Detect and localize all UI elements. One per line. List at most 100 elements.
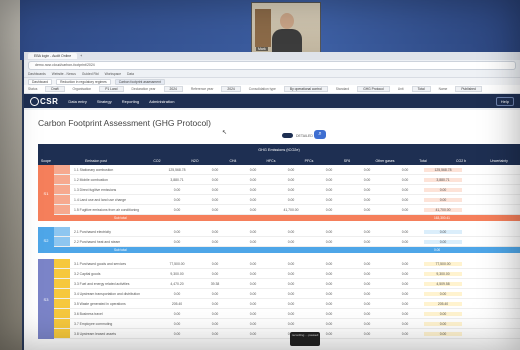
table-row[interactable]: 2.1 Purchased electricity 0.00 0.00 0.00 0.0… <box>54 227 520 237</box>
column-header[interactable]: Emission post <box>54 159 138 163</box>
filter-value[interactable]: GHG Protocol <box>357 86 390 92</box>
filter-value[interactable]: 2024 <box>163 86 183 92</box>
new-tab-button[interactable]: + <box>80 54 82 58</box>
filter-value[interactable]: Total <box>411 86 431 92</box>
filter-value[interactable]: Draft <box>45 86 65 92</box>
column-header[interactable]: Scope <box>38 159 54 163</box>
table-row[interactable]: 1.5 Fugitive emissions from air conditio… <box>54 205 520 215</box>
help-button[interactable]: Help <box>495 96 514 106</box>
table-cell: 0.00 <box>325 271 333 276</box>
bookmark-item[interactable]: Workspace <box>105 72 121 76</box>
bookmark-item[interactable]: Data <box>127 72 134 76</box>
logo-text: CSR <box>40 96 59 106</box>
table-row[interactable]: 3.7 Employee commuting 0.00 0.00 0.00 0.00 0.… <box>54 319 520 329</box>
table-row[interactable]: 1.4 Land use and land use change 0.00 0.00… <box>54 195 520 205</box>
row-total: 3,880.71 <box>424 177 462 182</box>
toggle-switch[interactable] <box>282 133 293 138</box>
table-row[interactable]: 3.5 Waste generated in operations 205.40 0… <box>54 299 520 309</box>
table-cell: 0.00 <box>211 207 219 212</box>
table-cell: 0.00 <box>401 207 409 212</box>
table-cell: 0.00 <box>287 229 295 234</box>
scope-rows: 3.1 Purchased goods and services 77,500.0… <box>54 259 520 339</box>
table-cell: 3,880.71 <box>170 177 184 182</box>
browser-tab[interactable]: EBA login - Audit Online <box>28 53 78 59</box>
breadcrumb-item[interactable]: Reduction in regulatory regimes <box>56 78 111 85</box>
search-icon: ⌕ <box>318 131 322 137</box>
table-cell: 0.00 <box>173 311 181 316</box>
table-cell: 0.00 <box>173 239 181 244</box>
column-header[interactable]: CH4 <box>214 159 252 163</box>
table-row[interactable]: 3.2 Capital goods 9,300.00 0.00 0.00 0.00 0.0… <box>54 269 520 279</box>
recording-indicator[interactable]: recording ... paused <box>290 332 320 346</box>
column-header[interactable]: HFCs <box>252 159 290 163</box>
table-row[interactable]: 1.2 Mobile combustion 3,880.71 0.00 0.00 0.0… <box>54 175 520 185</box>
breadcrumb-item-current[interactable]: Carbon footprint assessment <box>114 78 165 85</box>
table-cell: 0.00 <box>249 261 257 266</box>
column-header[interactable]: CO2 <box>138 159 176 163</box>
row-total: 205.40 <box>424 301 462 306</box>
column-header[interactable]: Uncertainty <box>480 159 518 163</box>
column-header[interactable]: CO2 b <box>442 159 480 163</box>
table-cell: 0.00 <box>249 281 257 286</box>
filter-value[interactable]: 2024 <box>221 86 241 92</box>
bookmark-item[interactable]: Guided Rtd <box>82 72 99 76</box>
table-row[interactable]: 1.1 Stationary combustion 125,568.78 0.00 0… <box>54 165 520 175</box>
scope-rows: 1.1 Stationary combustion 125,568.78 0.00 0… <box>54 165 520 221</box>
table-row[interactable]: 1.3 Direct fugitive emissions 0.00 0.00 0.0… <box>54 185 520 195</box>
filter-value[interactable]: Published <box>455 86 482 92</box>
table-cell: 0.00 <box>325 301 333 306</box>
app-navbar: CSR Data entry Strategy Reporting Admini… <box>24 94 520 108</box>
subtotal-label: Sub total <box>114 248 127 252</box>
search-button[interactable]: ⌕ <box>314 130 326 139</box>
table-row[interactable]: 2.2 Purchased heat and steam 0.00 0.00 0.00… <box>54 237 520 247</box>
row-total: 0.00 <box>424 239 462 244</box>
row-category: 2.2 Purchased heat and steam <box>74 239 121 244</box>
table-cell: 0.00 <box>401 291 409 296</box>
csr-logo[interactable]: CSR <box>30 96 59 106</box>
row-color-tag <box>54 237 70 246</box>
bookmark-item[interactable]: Dashboards <box>28 72 46 76</box>
nav-administration[interactable]: Administration <box>149 99 174 104</box>
video-shelf <box>255 9 271 47</box>
filter-label: Declaration year <box>131 87 156 91</box>
table-row[interactable]: 3.3 Fuel and energy related activities 4,… <box>54 279 520 289</box>
table-row[interactable]: 3.6 Business travel 0.00 0.00 0.00 0.00 0.00 0… <box>54 309 520 319</box>
bookmark-item[interactable]: Website - Nexus <box>52 72 76 76</box>
table-row[interactable]: 3.8 Upstream leased assets 0.00 0.00 0.00 0.… <box>54 329 520 339</box>
filter-label: Organisation <box>72 87 92 91</box>
filter-value[interactable]: By operational control <box>283 86 328 92</box>
table-cell: 0.00 <box>249 207 257 212</box>
breadcrumb-item[interactable]: Dashboard <box>28 78 53 85</box>
table-cell: 0.00 <box>249 167 257 172</box>
nav-strategy[interactable]: Strategy <box>97 99 112 104</box>
browser-tab-bar: EBA login - Audit Online + <box>24 52 520 60</box>
column-header[interactable]: N2O <box>176 159 214 163</box>
participant-video-tile[interactable]: Mark <box>251 2 321 54</box>
address-bar[interactable]: demo.ncsr.cloud/carbon-footprint/2024 <box>28 61 516 70</box>
page-content: Carbon Footprint Assessment (GHG Protoco… <box>24 110 520 350</box>
row-total: 0.00 <box>424 331 462 336</box>
table-row[interactable]: 3.4 Upstream transportation and distribu… <box>54 289 520 299</box>
nav-reporting[interactable]: Reporting <box>122 99 139 104</box>
scope-rows: 2.1 Purchased electricity 0.00 0.00 0.00 0.0… <box>54 227 520 253</box>
table-cell: 0.00 <box>249 321 257 326</box>
subtotal-label: Sub total <box>114 216 127 220</box>
column-header[interactable]: PFCs <box>290 159 328 163</box>
row-category: 1.1 Stationary combustion <box>74 167 114 172</box>
table-cell: 0.00 <box>325 291 333 296</box>
nav-data-entry[interactable]: Data entry <box>68 99 86 104</box>
table-cell: 205.40 <box>171 301 183 306</box>
column-header[interactable]: Total <box>404 159 442 163</box>
table-row[interactable]: 3.1 Purchased goods and services 77,500.0… <box>54 259 520 269</box>
table-cell: 0.00 <box>211 321 219 326</box>
filter-value[interactable]: P1 Land <box>99 86 124 92</box>
row-total: 41,700.00 <box>424 207 462 212</box>
table-cell: 0.00 <box>287 167 295 172</box>
table-cell: 0.00 <box>249 229 257 234</box>
column-header[interactable]: Other gases <box>366 159 404 163</box>
column-header[interactable]: SF6 <box>328 159 366 163</box>
row-total: 77,500.00 <box>424 261 462 266</box>
table-cell: 0.00 <box>249 301 257 306</box>
table-cell: 0.00 <box>325 321 333 326</box>
table-cell: 0.00 <box>287 321 295 326</box>
